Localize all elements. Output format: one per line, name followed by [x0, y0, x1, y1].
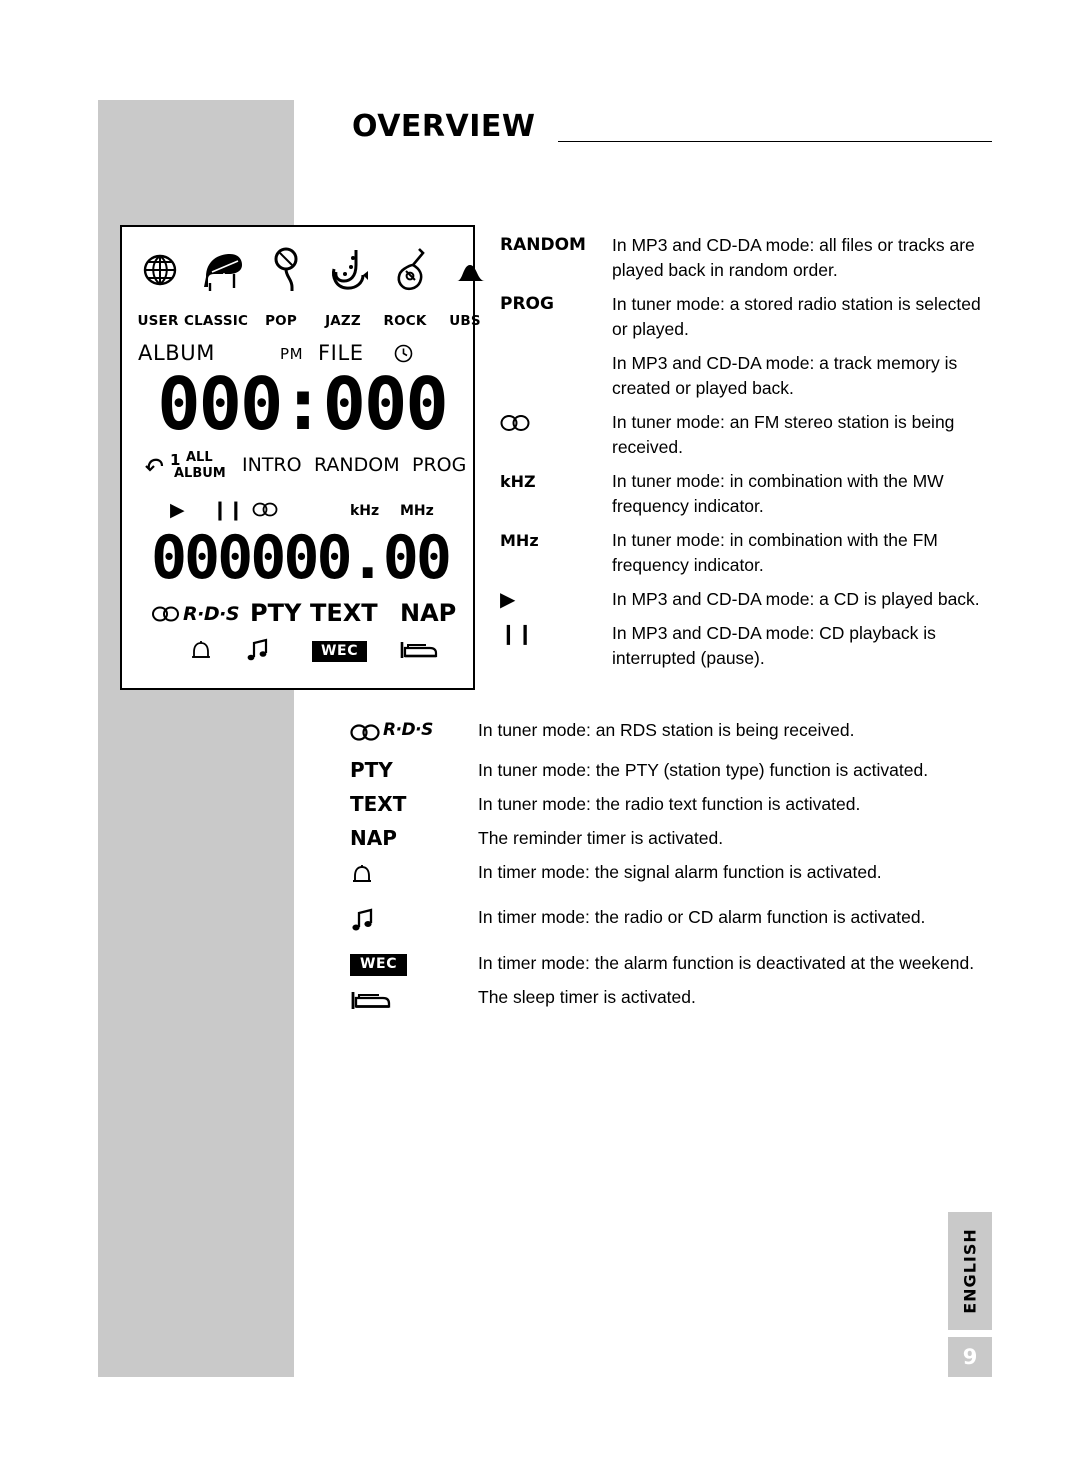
repeat-all-label: ALL [186, 450, 213, 465]
rds-label: R·D·S [183, 603, 240, 625]
description-text: In tuner mode: the PTY (station type) fu… [478, 760, 929, 780]
user-icon [130, 249, 190, 291]
description-term-music-note-icon [345, 905, 478, 942]
indicator-nap: NAP [400, 599, 457, 627]
header-rule [558, 141, 992, 142]
genre-label-ubs: UBS [449, 313, 481, 329]
description-row: ▶ In MP3 and CD-DA mode: a CD is played … [500, 587, 1000, 612]
lcd-time-digits: 000:000 [157, 362, 448, 446]
stereo-icon [252, 502, 278, 521]
saxophone-icon [320, 247, 380, 293]
description-row: RANDOM In MP3 and CD-DA mode: all files … [500, 233, 1000, 283]
description-term: kHZ [500, 472, 536, 491]
bell-icon [190, 639, 212, 668]
music-note-icon [246, 637, 272, 668]
description-row: TEXT In tuner mode: the radio text funct… [345, 792, 1000, 817]
wec-badge: WEC [350, 954, 408, 976]
indicator-pm: PM [280, 345, 304, 363]
microphone-icon [258, 247, 318, 293]
description-term-rds-icon: R·D·S [345, 718, 478, 749]
page-header: OVERVIEW [352, 110, 992, 158]
description-text: In MP3 and CD-DA mode: a track memory is… [612, 353, 958, 398]
description-row: WEC In timer mode: the alarm function is… [345, 951, 1000, 976]
description-text: In tuner mode: a stored radio station is… [612, 294, 981, 339]
description-term: TEXT [350, 792, 407, 816]
indicator-text: TEXT [310, 599, 378, 627]
page-number: 9 [948, 1337, 992, 1377]
indicator-pty: PTY [250, 599, 302, 627]
description-term: NAP [350, 826, 397, 850]
guitar-icon [382, 247, 442, 293]
description-term: MHz [500, 531, 539, 550]
lcd-frequency-digits: 000000.00 [150, 523, 452, 593]
lcd-display-illustration: USER CLASSIC POP JAZZ ROCK UBS ALBUM PM … [120, 225, 485, 690]
repeat-icon [144, 457, 166, 482]
description-term-bed-icon [345, 985, 478, 1020]
description-term-bell-icon [345, 860, 478, 896]
description-row: MHz In tuner mode: in combination with t… [500, 528, 1000, 578]
piano-icon [192, 247, 252, 293]
description-term-pause-icon: ❙❙ [500, 621, 534, 645]
indicator-random: RANDOM [314, 454, 400, 476]
description-list-lower: R·D·S In tuner mode: an RDS station is b… [345, 718, 1000, 1029]
indicator-intro: INTRO [242, 454, 302, 476]
description-row: In timer mode: the radio or CD alarm fun… [345, 905, 1000, 942]
description-text: In tuner mode: an RDS station is being r… [478, 720, 855, 740]
language-tab: ENGLISH [948, 1212, 992, 1330]
rds-label: R·D·S [383, 720, 433, 740]
genre-label-rock: ROCK [383, 313, 427, 329]
description-row: PROG In tuner mode: a stored radio stati… [500, 292, 1000, 342]
play-icon: ▶ [170, 499, 185, 521]
genre-label-pop: POP [265, 313, 297, 329]
description-text: In timer mode: the signal alarm function… [478, 862, 882, 882]
description-term-stereo-icon [500, 410, 612, 437]
bass-boost-icon [442, 259, 502, 285]
bed-icon [400, 639, 438, 666]
description-row: kHZ In tuner mode: in combination with t… [500, 469, 1000, 519]
description-text: In timer mode: the alarm function is dea… [478, 953, 975, 973]
genre-label-user: USER [137, 313, 179, 329]
playback-mode-row: 1 ALL ALBUM INTRO RANDOM PROG [132, 449, 472, 485]
description-row: In timer mode: the signal alarm function… [345, 860, 1000, 896]
description-term: PTY [350, 758, 393, 782]
genre-icon-row [130, 245, 485, 307]
description-text: In tuner mode: an FM stereo station is b… [612, 412, 955, 457]
description-row: PTY In tuner mode: the PTY (station type… [345, 758, 1000, 783]
timer-row: WEC [132, 637, 472, 673]
pause-icon: ❙❙ [212, 499, 244, 521]
language-tab-label: ENGLISH [960, 1228, 980, 1314]
rds-icon: R·D·S [152, 603, 240, 625]
genre-label-classic: CLASSIC [184, 313, 249, 329]
description-text: The reminder timer is activated. [478, 828, 724, 848]
indicator-khz: kHz [350, 503, 380, 519]
description-term: RANDOM [500, 235, 586, 255]
description-row: NAP The reminder timer is activated. [345, 826, 1000, 851]
description-row: The sleep timer is activated. [345, 985, 1000, 1020]
description-text: In MP3 and CD-DA mode: CD playback is in… [612, 623, 936, 668]
description-list-upper: RANDOM In MP3 and CD-DA mode: all files … [500, 233, 1000, 680]
transport-row: ▶ ❙❙ kHz MHz [132, 499, 472, 525]
description-text: In tuner mode: in combination with the F… [612, 530, 938, 575]
genre-labels: USER CLASSIC POP JAZZ ROCK UBS [130, 313, 480, 331]
description-text: In timer mode: the radio or CD alarm fun… [478, 907, 926, 927]
description-text: In MP3 and CD-DA mode: all files or trac… [612, 235, 975, 280]
indicator-mhz: MHz [400, 503, 434, 519]
description-row: R·D·S In tuner mode: an RDS station is b… [345, 718, 1000, 749]
description-text: In tuner mode: in combination with the M… [612, 471, 944, 516]
indicator-prog: PROG [412, 454, 467, 476]
description-text: In tuner mode: the radio text function i… [478, 794, 861, 814]
description-text: The sleep timer is activated. [478, 987, 696, 1007]
indicator-wec: WEC [312, 641, 368, 662]
description-term-play-icon: ▶ [500, 587, 516, 611]
repeat-album-label: ALBUM [174, 466, 226, 481]
description-term: PROG [500, 294, 554, 314]
description-row: In tuner mode: an FM stereo station is b… [500, 410, 1000, 460]
description-row: ❙❙ In MP3 and CD-DA mode: CD playback is… [500, 621, 1000, 671]
description-row: In MP3 and CD-DA mode: a track memory is… [500, 351, 1000, 401]
description-text: In MP3 and CD-DA mode: a CD is played ba… [612, 589, 980, 609]
description-term-wec-badge: WEC [345, 951, 478, 976]
genre-label-jazz: JAZZ [325, 313, 361, 329]
rds-row: R·D·S PTY TEXT NAP [132, 599, 472, 633]
page-title: OVERVIEW [352, 109, 536, 144]
